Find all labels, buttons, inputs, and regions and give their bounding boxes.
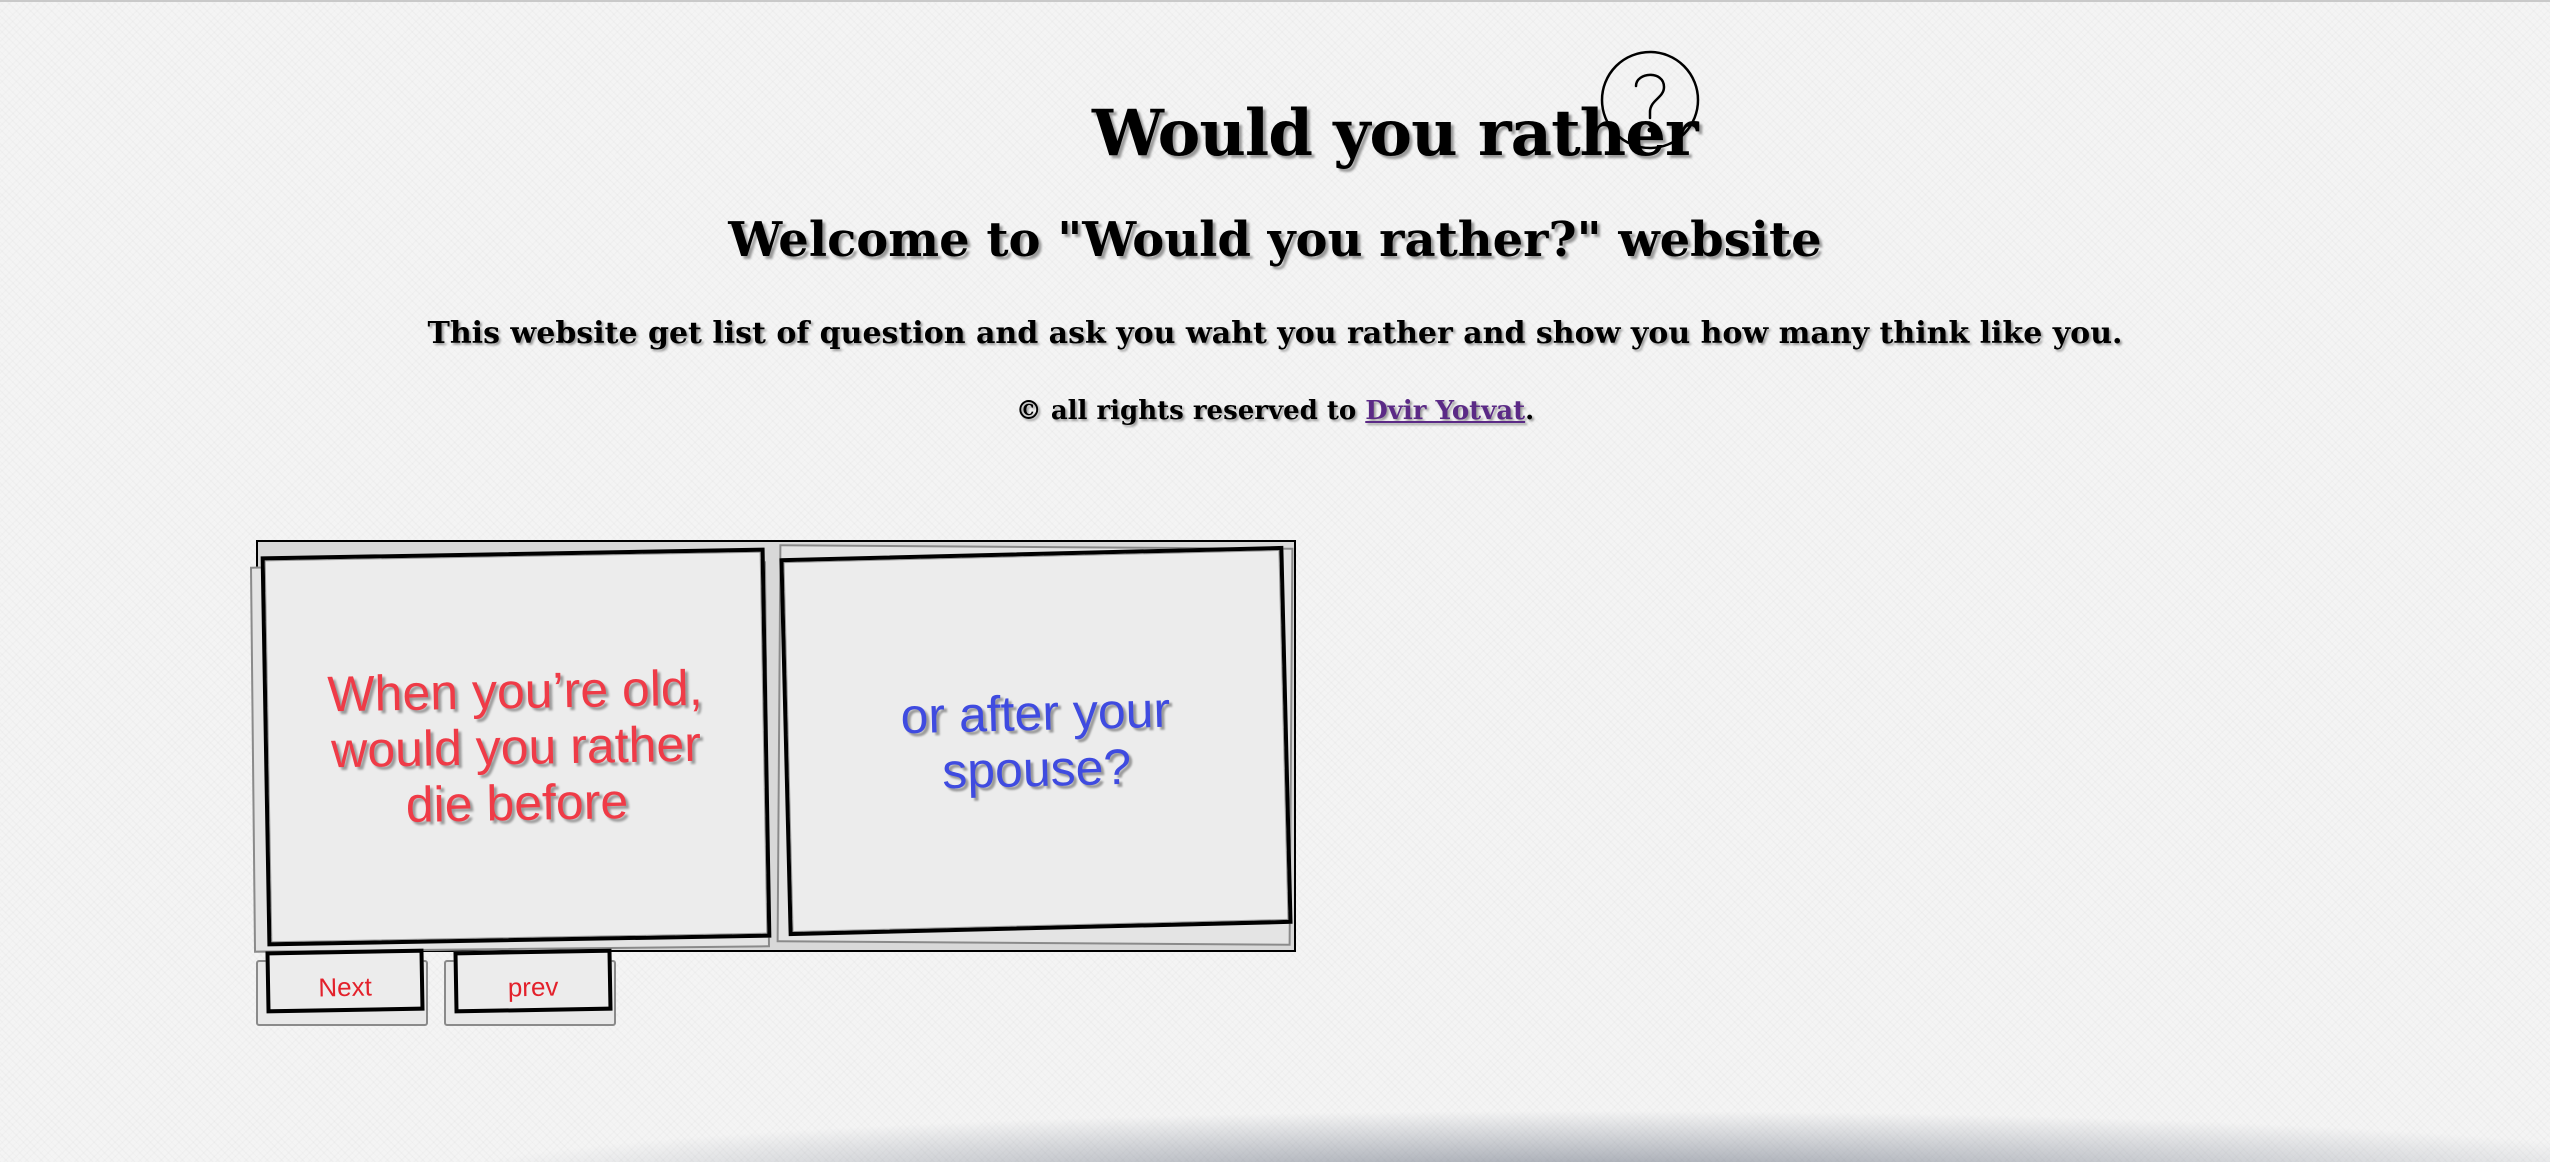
option-a-card[interactable]: When you’re old, would you rather die be… <box>260 547 772 947</box>
site-description: This website get list of question and as… <box>427 316 2123 351</box>
next-button-wrapper: Next <box>256 948 434 1026</box>
top-border <box>0 0 2550 2</box>
author-link[interactable]: Dvir Yotvat <box>1365 396 1525 426</box>
copyright-prefix: © all rights reserved to <box>1015 396 1366 426</box>
option-b-card[interactable]: or after your spouse? <box>779 545 1293 937</box>
next-button[interactable]: Next <box>265 948 425 1014</box>
question-area: When you’re old, would you rather die be… <box>249 540 1296 953</box>
prev-button-wrapper: prev <box>444 948 622 1026</box>
next-button-label: Next <box>318 971 373 1002</box>
option-a-text: When you’re old, would you rather die be… <box>326 659 704 833</box>
welcome-subtitle: Welcome to "Would you rather?" website <box>728 212 1822 268</box>
question-mark-circle-icon[interactable] <box>1600 50 1700 150</box>
window-bottom-shadow <box>420 1110 2550 1162</box>
title-row: Would you rather <box>1080 44 1720 174</box>
copyright-suffix: . <box>1525 396 1535 426</box>
option-b-text: or after your spouse? <box>899 681 1171 800</box>
prev-button[interactable]: prev <box>453 948 613 1014</box>
prev-button-label: prev <box>507 971 559 1002</box>
copyright-notice: © all rights reserved to Dvir Yotvat. <box>0 396 2550 426</box>
